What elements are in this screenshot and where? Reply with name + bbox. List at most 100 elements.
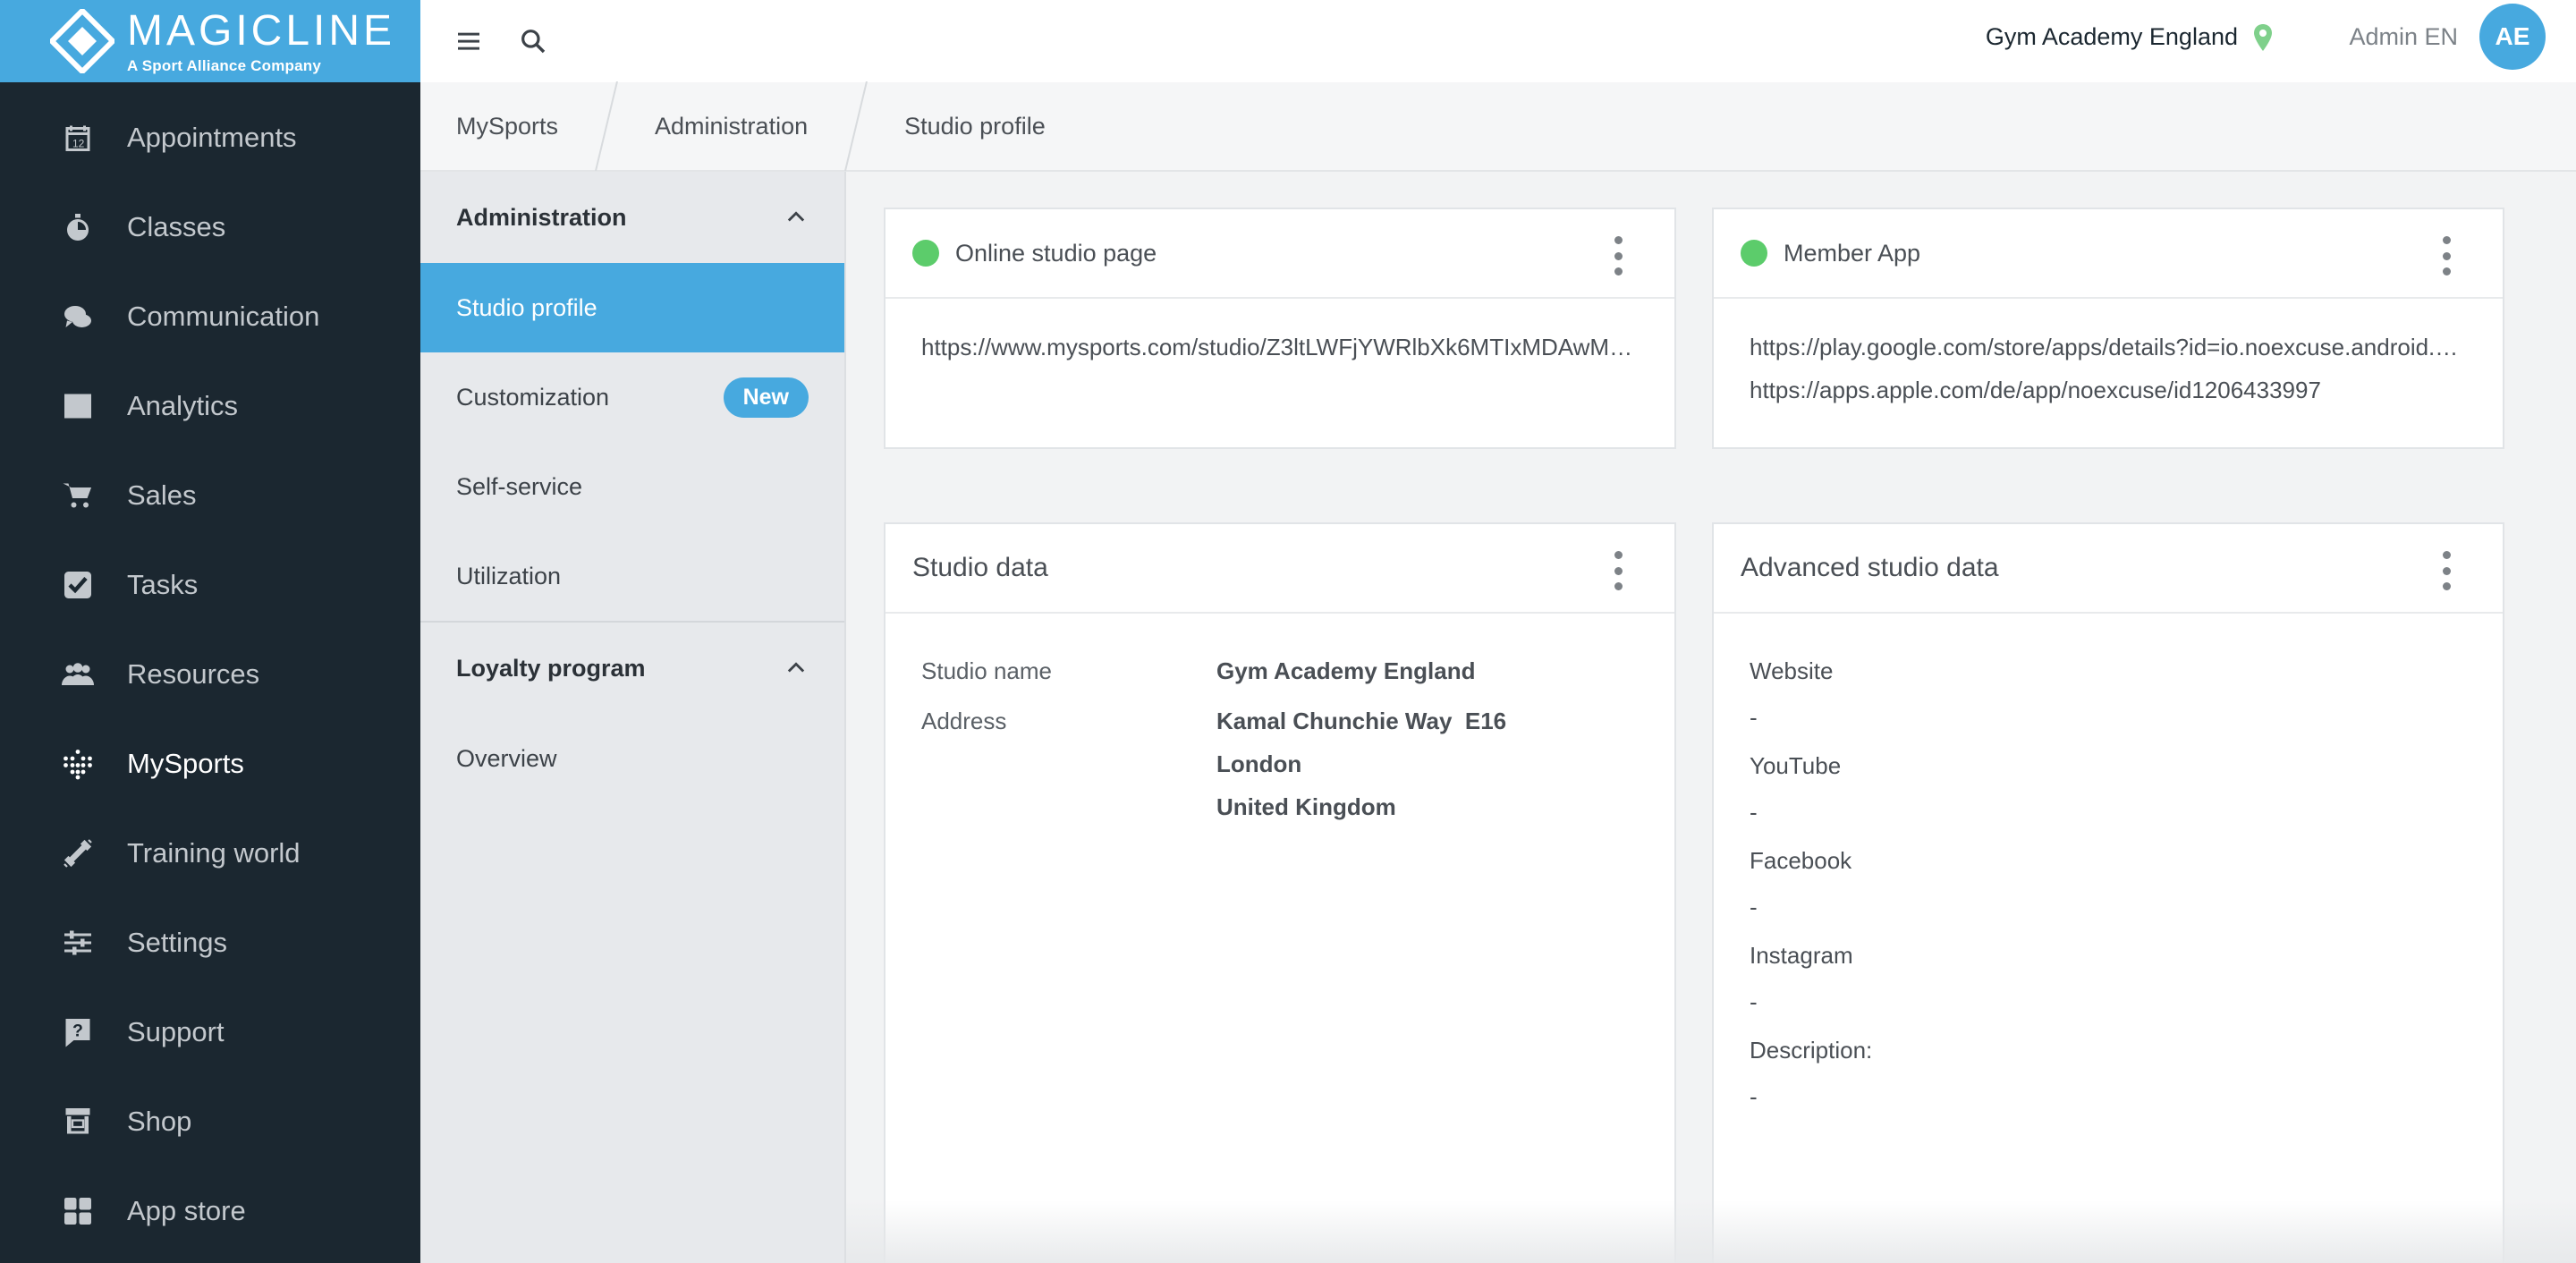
nav-label: App store — [127, 1195, 246, 1226]
search-button[interactable] — [512, 20, 555, 63]
nav-item-analytics[interactable]: Analytics — [0, 361, 420, 451]
brand-header[interactable]: MAGICLINE A Sport Alliance Company — [0, 0, 420, 82]
more-options-icon[interactable] — [2440, 551, 2453, 590]
section-title: Loyalty program — [456, 654, 646, 682]
address-row: Address Kamal Chunchie Way E16 London Un… — [921, 699, 1639, 828]
section-header-loyalty-program[interactable]: Loyalty program — [420, 623, 844, 714]
more-options-icon[interactable] — [1612, 551, 1624, 590]
subnav-item-self-service[interactable]: Self-service — [420, 442, 844, 531]
breadcrumb-item-mysports[interactable]: MySports — [420, 82, 594, 170]
section-header-administration[interactable]: Administration — [420, 172, 844, 263]
field-label: Studio name — [921, 657, 1052, 684]
location-pin-icon — [2254, 23, 2272, 51]
magicline-logo-icon — [47, 6, 117, 76]
card-title: Advanced studio data — [1741, 553, 1999, 582]
facebook-value: - — [1750, 894, 1758, 920]
nav-item-shop[interactable]: Shop — [0, 1077, 420, 1166]
studio-selector[interactable]: Gym Academy England — [1986, 23, 2274, 51]
section-title: Administration — [456, 203, 627, 231]
main-sidebar: MAGICLINE A Sport Alliance Company 12 Ap… — [0, 0, 420, 1263]
chevron-up-icon — [787, 211, 805, 222]
sliders-icon — [61, 926, 95, 960]
app-store-link[interactable]: https://apps.apple.com/de/app/noexcuse/i… — [1750, 369, 2467, 411]
status-dot — [1741, 240, 1767, 267]
subnav-item-utilization[interactable]: Utilization — [420, 531, 844, 621]
subnav-item-studio-profile[interactable]: Studio profile — [420, 263, 844, 352]
website-value: - — [1750, 704, 1758, 731]
avatar[interactable]: AE — [2479, 4, 2546, 70]
more-options-icon[interactable] — [2440, 236, 2453, 275]
card-header: Member App — [1714, 209, 2503, 299]
breadcrumb-item-studio-profile: Studio profile — [904, 112, 1046, 140]
dumbbell-icon — [61, 836, 95, 870]
subnav-item-customization[interactable]: Customization New — [420, 352, 844, 442]
online-studio-url-link[interactable]: https://www.mysports.com/studio/Z3ltLWFj… — [921, 326, 1639, 369]
studio-name-row: Studio name Gym Academy England — [921, 649, 1639, 692]
brand-tagline: A Sport Alliance Company — [127, 56, 322, 74]
online-studio-page-card: Online studio page https://www.mysports.… — [884, 208, 1676, 449]
nav-item-training-world[interactable]: Training world — [0, 809, 420, 898]
description-value: - — [1750, 1083, 1758, 1110]
studio-name: Gym Academy England — [1985, 23, 2238, 50]
nav-item-settings[interactable]: Settings — [0, 898, 420, 988]
address-line: London — [1216, 750, 1302, 777]
user-name[interactable]: Admin EN — [2349, 23, 2458, 51]
instagram-label: Instagram — [1750, 942, 1853, 969]
nav-item-resources[interactable]: Resources — [0, 630, 420, 719]
nav-item-sales[interactable]: Sales — [0, 451, 420, 540]
nav-item-classes[interactable]: Classes — [0, 182, 420, 272]
menu-toggle-button[interactable] — [447, 20, 490, 63]
breadcrumb-separator — [843, 81, 869, 172]
cart-icon — [61, 479, 95, 513]
top-bar: Gym Academy England Admin EN AE — [420, 0, 2576, 82]
youtube-value: - — [1750, 799, 1758, 826]
card-title: Online studio page — [955, 239, 1157, 267]
nav-label: Tasks — [127, 569, 199, 600]
instagram-value: - — [1750, 988, 1758, 1015]
subnav-label: Utilization — [456, 562, 562, 589]
card-title: Member App — [1784, 239, 1921, 267]
nav-label: MySports — [127, 748, 244, 779]
subnav-label: Customization — [456, 383, 610, 411]
nav-label: Analytics — [127, 390, 239, 421]
subnav-item-overview[interactable]: Overview — [420, 714, 844, 803]
more-options-icon[interactable] — [1612, 236, 1624, 275]
nav-label: Training world — [127, 837, 301, 869]
address-line: Kamal Chunchie Way E16 — [1216, 708, 1507, 734]
member-app-card: Member App https://play.google.com/store… — [1712, 208, 2504, 449]
subnav-label: Self-service — [456, 472, 583, 500]
nav-item-app-store[interactable]: App store — [0, 1166, 420, 1256]
nav-item-communication[interactable]: Communication — [0, 272, 420, 361]
nav-label: Appointments — [127, 122, 297, 153]
facebook-label: Facebook — [1750, 847, 1852, 874]
grid-icon — [61, 1194, 95, 1228]
nav-item-appointments[interactable]: 12 Appointments — [0, 93, 420, 182]
nav-label: Support — [127, 1016, 225, 1047]
help-icon: ? — [61, 1015, 95, 1049]
new-badge: New — [723, 377, 809, 418]
stopwatch-icon — [61, 210, 95, 244]
nav-item-mysports[interactable]: MySports — [0, 719, 420, 809]
subnav-label: Overview — [456, 744, 557, 772]
chat-icon — [61, 300, 95, 334]
nav-label: Resources — [127, 658, 260, 690]
google-play-link[interactable]: https://play.google.com/store/apps/detai… — [1750, 326, 2467, 369]
studio-name-value: Gym Academy England — [1216, 657, 1476, 684]
svg-text:12: 12 — [72, 138, 85, 150]
website-label: Website — [1750, 657, 1834, 684]
card-header: Online studio page — [886, 209, 1674, 299]
checkbox-icon — [61, 568, 95, 602]
status-dot — [912, 240, 939, 267]
subnav-label: Studio profile — [456, 293, 597, 321]
studio-data-card: Studio data Studio name Gym Academy Engl… — [884, 522, 1676, 1263]
card-title: Studio data — [912, 553, 1048, 582]
nav-item-tasks[interactable]: Tasks — [0, 540, 420, 630]
people-icon — [61, 657, 95, 691]
nav-item-support[interactable]: ? Support — [0, 988, 420, 1077]
hamburger-icon — [458, 32, 479, 50]
nav-label: Shop — [127, 1106, 192, 1137]
calendar-icon: 12 — [61, 121, 95, 155]
field-label: Address — [921, 708, 1007, 734]
breadcrumb-item-administration[interactable]: Administration — [619, 82, 843, 170]
search-icon — [521, 30, 546, 54]
